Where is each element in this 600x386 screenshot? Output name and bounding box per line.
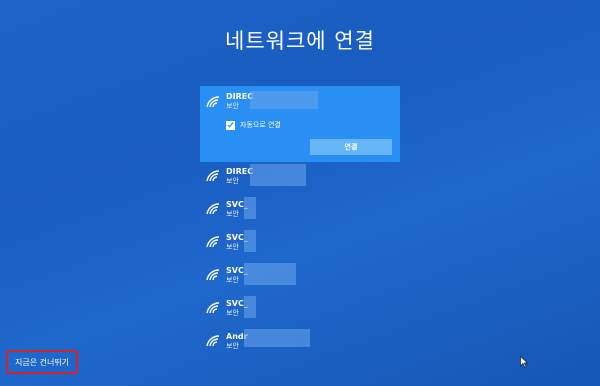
network-item[interactable]: SVC_ 보안 bbox=[200, 228, 400, 261]
wifi-icon bbox=[206, 269, 220, 281]
redacted-area bbox=[244, 230, 256, 252]
network-item[interactable]: SVC_ 보안 bbox=[200, 195, 400, 228]
network-item[interactable]: DIREC 보안 bbox=[200, 162, 400, 195]
connect-button[interactable]: 연결 bbox=[310, 139, 392, 155]
check-icon bbox=[227, 121, 234, 128]
wifi-icon bbox=[206, 335, 220, 347]
wifi-icon bbox=[206, 302, 220, 314]
network-item[interactable]: Andr 보안 bbox=[200, 327, 400, 360]
redacted-area bbox=[244, 197, 256, 219]
redacted-area bbox=[244, 263, 296, 285]
network-item-selected[interactable]: DIREC 보안 자동으로 연결 연결 bbox=[200, 86, 400, 162]
redacted-area bbox=[244, 296, 256, 318]
wifi-icon bbox=[206, 170, 220, 182]
wifi-icon bbox=[206, 236, 220, 248]
mouse-cursor-icon bbox=[520, 356, 528, 368]
skip-for-now-link[interactable]: 지금은 건너뛰기 bbox=[6, 350, 78, 374]
redacted-area bbox=[244, 329, 310, 347]
redacted-area bbox=[250, 164, 306, 186]
network-item[interactable]: SVC_ 보안 bbox=[200, 261, 400, 294]
auto-connect-row[interactable]: 자동으로 연결 bbox=[226, 120, 281, 130]
redacted-area bbox=[250, 91, 318, 109]
network-list: DIREC 보안 자동으로 연결 연결 DIREC 보안 SVC_ 보안 SVC… bbox=[200, 86, 400, 360]
auto-connect-label: 자동으로 연결 bbox=[240, 121, 281, 129]
wifi-icon bbox=[206, 96, 220, 108]
page-title: 네트워크에 연결 bbox=[225, 29, 375, 53]
wifi-icon bbox=[206, 203, 220, 215]
auto-connect-checkbox[interactable] bbox=[226, 120, 235, 130]
network-item[interactable]: SVC_ 보안 bbox=[200, 294, 400, 327]
